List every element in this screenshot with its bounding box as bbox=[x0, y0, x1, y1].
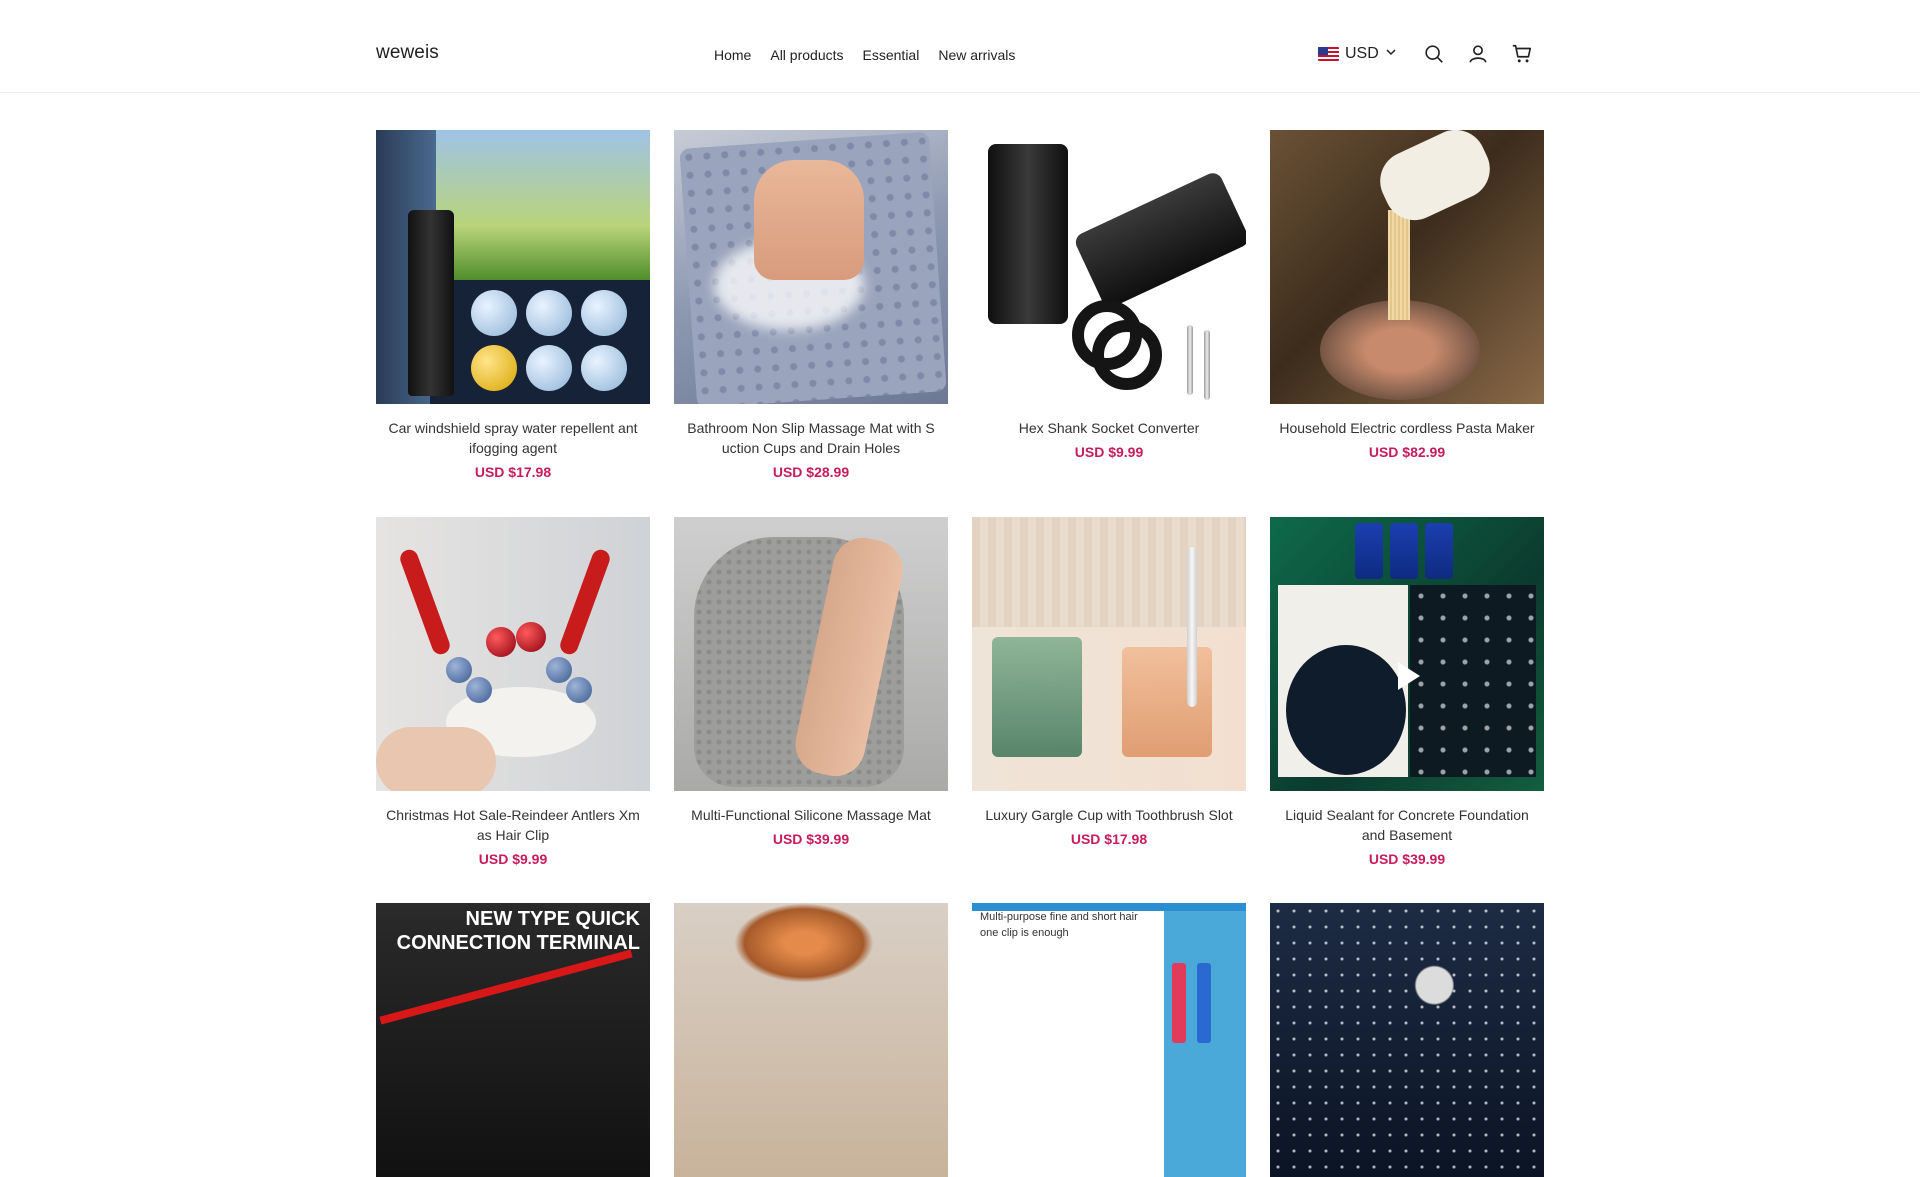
product-title[interactable]: Hex Shank Socket Converter bbox=[972, 418, 1246, 438]
currency-label: USD bbox=[1345, 45, 1379, 62]
cart-icon[interactable] bbox=[1511, 43, 1533, 65]
product-price: USD $39.99 bbox=[1368, 851, 1446, 867]
product-image[interactable] bbox=[972, 130, 1246, 404]
search-icon[interactable] bbox=[1423, 43, 1445, 65]
product-price: USD $17.98 bbox=[474, 464, 552, 480]
product-title[interactable]: Liquid Sealant for Concrete Foundation an… bbox=[1270, 805, 1544, 845]
product-title[interactable]: Multi-Functional Silicone Massage Mat bbox=[674, 805, 948, 825]
product-title[interactable]: Luxury Gargle Cup with Toothbrush Slot bbox=[972, 805, 1246, 825]
product-image[interactable] bbox=[376, 130, 650, 404]
product-price: USD $39.99 bbox=[772, 831, 850, 847]
product-price: USD $28.99 bbox=[772, 464, 850, 480]
product-image[interactable] bbox=[1270, 130, 1544, 404]
product-price: USD $9.99 bbox=[478, 851, 548, 867]
store-logo[interactable]: weweis bbox=[376, 42, 439, 64]
product-image[interactable]: NEW TYPE QUICK CONNECTION TERMINAL bbox=[376, 903, 650, 1177]
product-image[interactable] bbox=[1270, 903, 1544, 1177]
product-image[interactable] bbox=[1270, 517, 1544, 791]
nav-new-arrivals[interactable]: New arrivals bbox=[938, 47, 1015, 63]
product-card[interactable]: Liquid Sealant for Concrete Foundation an… bbox=[1270, 517, 1544, 867]
nav-home[interactable]: Home bbox=[714, 47, 751, 63]
nav-all-products[interactable]: All products bbox=[770, 47, 843, 63]
play-icon[interactable] bbox=[1398, 662, 1420, 690]
product-card[interactable]: Car windshield spray water repellent ant… bbox=[376, 130, 650, 480]
product-card[interactable]: Multi-Functional Silicone Massage Mat US… bbox=[674, 517, 948, 847]
product-image[interactable]: Multi-purpose fine and short hair one cl… bbox=[972, 903, 1246, 1177]
product-card[interactable] bbox=[674, 903, 948, 1177]
product-card[interactable] bbox=[1270, 903, 1544, 1177]
product-image[interactable] bbox=[972, 517, 1246, 791]
nav-essential[interactable]: Essential bbox=[863, 47, 920, 63]
product-image[interactable] bbox=[674, 517, 948, 791]
currency-selector[interactable]: USD bbox=[1318, 45, 1397, 63]
product-title[interactable]: Christmas Hot Sale-Reindeer Antlers Xm as… bbox=[376, 805, 650, 845]
product-price: USD $17.98 bbox=[1070, 831, 1148, 847]
chevron-down-icon bbox=[1385, 45, 1397, 63]
product-card[interactable]: Multi-purpose fine and short hair one cl… bbox=[972, 903, 1246, 1177]
site-header: weweis Home All products Essential New a… bbox=[0, 0, 1920, 93]
product-card[interactable]: Bathroom Non Slip Massage Mat with Sucti… bbox=[674, 130, 948, 480]
us-flag-icon bbox=[1318, 47, 1339, 61]
product-card[interactable]: Luxury Gargle Cup with Toothbrush Slot U… bbox=[972, 517, 1246, 847]
product-card[interactable]: NEW TYPE QUICK CONNECTION TERMINAL bbox=[376, 903, 650, 1177]
product-image[interactable] bbox=[674, 903, 948, 1177]
product-image[interactable] bbox=[376, 517, 650, 791]
product-card[interactable]: Household Electric cordless Pasta Maker … bbox=[1270, 130, 1544, 460]
product-price: USD $9.99 bbox=[1074, 444, 1144, 460]
product-card[interactable]: Hex Shank Socket Converter USD $9.99 bbox=[972, 130, 1246, 460]
account-icon[interactable] bbox=[1467, 43, 1489, 65]
product-title[interactable]: Household Electric cordless Pasta Maker bbox=[1270, 418, 1544, 438]
main-nav: Home All products Essential New arrivals bbox=[714, 47, 1015, 63]
product-card[interactable]: Christmas Hot Sale-Reindeer Antlers Xm as… bbox=[376, 517, 650, 867]
product-image[interactable] bbox=[674, 130, 948, 404]
product-title[interactable]: Bathroom Non Slip Massage Mat with Sucti… bbox=[674, 418, 948, 458]
product-price: USD $82.99 bbox=[1368, 444, 1446, 460]
product-title[interactable]: Car windshield spray water repellent ant… bbox=[376, 418, 650, 458]
